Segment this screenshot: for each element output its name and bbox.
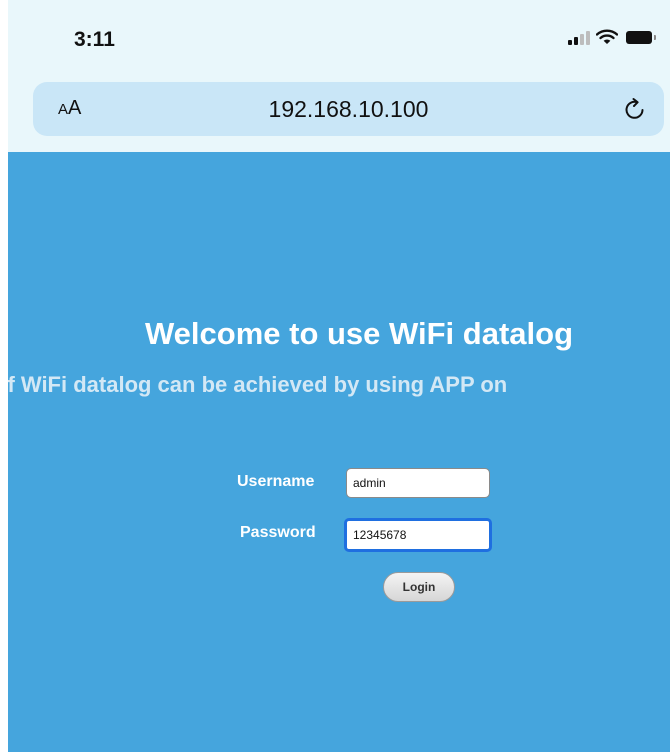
status-time: 3:11: [74, 28, 115, 51]
status-icons: [568, 28, 656, 46]
page-title: Welcome to use WiFi datalog: [144, 316, 574, 351]
wifi-icon: [596, 29, 618, 44]
username-input[interactable]: [346, 468, 490, 498]
reload-icon[interactable]: [622, 96, 648, 122]
battery-icon: [626, 30, 656, 44]
login-page: Welcome to use WiFi datalog of WiFi data…: [8, 152, 670, 752]
url-text[interactable]: 192.168.10.100: [33, 96, 664, 123]
address-bar[interactable]: AA 192.168.10.100: [33, 82, 664, 136]
signal-icon: [568, 29, 590, 45]
password-input[interactable]: [344, 518, 492, 552]
page-subtitle: of WiFi datalog can be achieved by using…: [8, 372, 508, 397]
login-button[interactable]: Login: [383, 572, 455, 602]
browser-chrome: 3:11 AA 192.168.10.100: [8, 0, 670, 152]
username-label: Username: [237, 473, 315, 490]
password-label: Password: [240, 524, 316, 541]
